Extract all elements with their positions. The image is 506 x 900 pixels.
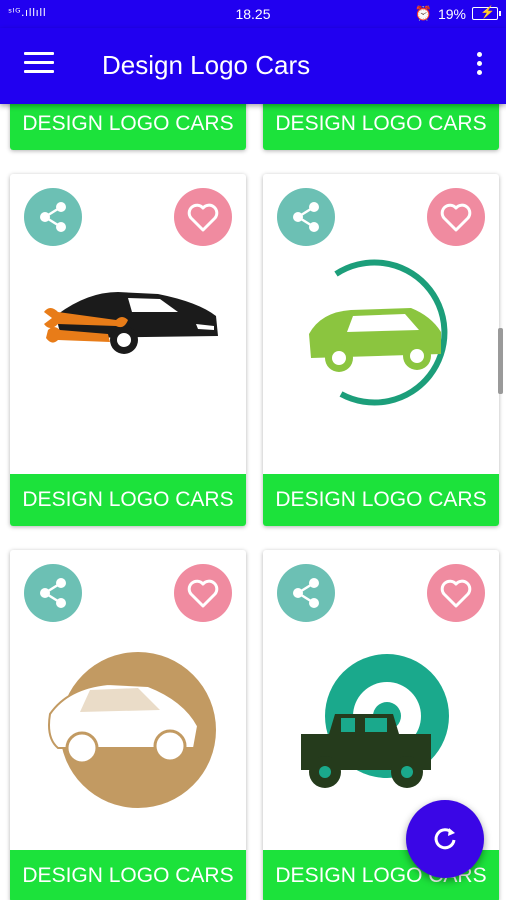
status-right: ⏰ 19% ⚡ — [414, 5, 501, 22]
favorite-button[interactable] — [174, 564, 232, 622]
favorite-button[interactable] — [174, 188, 232, 246]
refresh-icon — [434, 828, 456, 850]
logo-card[interactable]: DESIGN LOGO CARS — [10, 104, 246, 150]
share-button[interactable] — [24, 564, 82, 622]
share-button[interactable] — [24, 188, 82, 246]
favorite-button[interactable] — [427, 188, 485, 246]
heart-icon — [187, 579, 219, 608]
card-label: DESIGN LOGO CARS — [263, 104, 499, 150]
share-icon — [293, 202, 319, 232]
logo-card[interactable]: DESIGN LOGO CARS — [10, 550, 246, 900]
heart-icon — [440, 203, 472, 232]
logo-card[interactable]: DESIGN LOGO CARS — [263, 104, 499, 150]
battery-percent: 19% — [437, 5, 466, 22]
sports-car-wrench-logo — [44, 292, 218, 354]
heart-icon — [440, 579, 472, 608]
share-button[interactable] — [277, 188, 335, 246]
green-car-circle-logo — [309, 259, 448, 406]
card-label: DESIGN LOGO CARS — [10, 850, 246, 900]
alarm-icon: ⏰ — [414, 5, 432, 21]
more-vert-icon[interactable] — [474, 52, 484, 80]
logo-card[interactable]: DESIGN LOGO CARS — [10, 174, 246, 526]
share-icon — [293, 578, 319, 608]
battery-icon: ⚡ — [472, 5, 501, 20]
heart-icon — [187, 203, 219, 232]
hamburger-menu-icon[interactable] — [24, 52, 54, 76]
scrollbar-thumb[interactable] — [498, 328, 503, 394]
share-icon — [40, 578, 66, 608]
logo-grid[interactable]: DESIGN LOGO CARS DESIGN LOGO CARS DESIGN… — [0, 104, 506, 900]
refresh-button[interactable] — [406, 800, 484, 878]
card-label: DESIGN LOGO CARS — [263, 474, 499, 526]
share-icon — [40, 202, 66, 232]
logo-card[interactable]: DESIGN LOGO CARS — [263, 174, 499, 526]
tan-sedan-circle-logo — [48, 652, 216, 808]
status-bar: ˢᴵᴳ.ıllıll 18.25 ⏰ 19% ⚡ — [0, 0, 506, 28]
page-title: Design Logo Cars — [102, 50, 311, 80]
app-toolbar: Design Logo Cars — [0, 28, 506, 104]
share-button[interactable] — [277, 564, 335, 622]
card-label: DESIGN LOGO CARS — [10, 474, 246, 526]
favorite-button[interactable] — [427, 564, 485, 622]
card-label: DESIGN LOGO CARS — [10, 104, 246, 150]
